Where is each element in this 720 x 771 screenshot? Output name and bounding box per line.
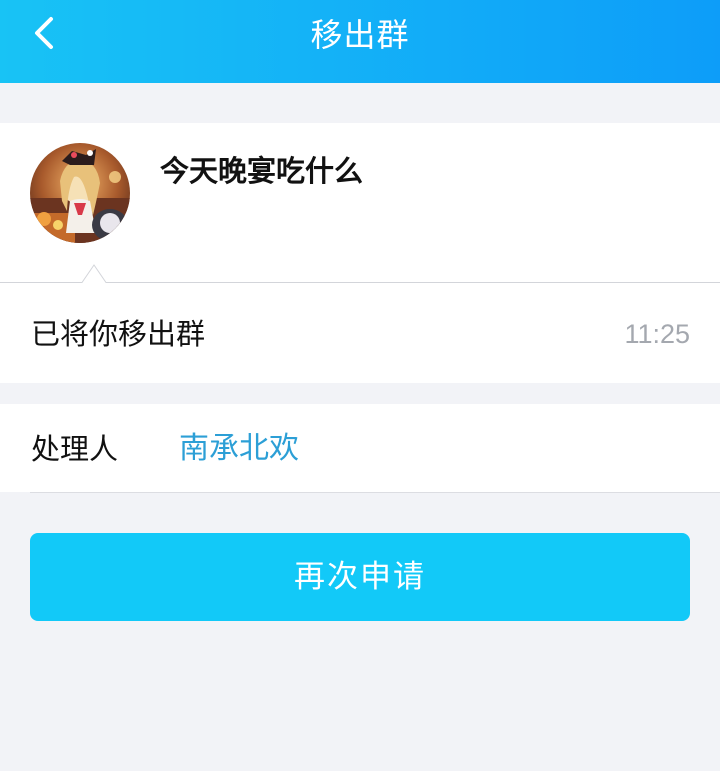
handler-row: 处理人 南承北欢 <box>0 404 720 492</box>
notice-row: 已将你移出群 11:25 <box>0 283 720 383</box>
group-info-card: 今天晚宴吃什么 <box>0 123 720 282</box>
title-bar: 移出群 <box>0 0 720 83</box>
handler-name-link[interactable]: 南承北欢 <box>179 429 299 469</box>
row-divider <box>30 492 720 493</box>
group-name: 今天晚宴吃什么 <box>160 154 364 188</box>
divider-line <box>0 264 720 284</box>
group-avatar[interactable] <box>30 143 130 243</box>
handler-label: 处理人 <box>31 432 119 466</box>
reapply-button[interactable]: 再次申请 <box>30 533 690 621</box>
notice-message: 已将你移出群 <box>31 317 206 351</box>
notice-time: 11:25 <box>624 319 690 349</box>
page-title: 移出群 <box>310 16 410 54</box>
